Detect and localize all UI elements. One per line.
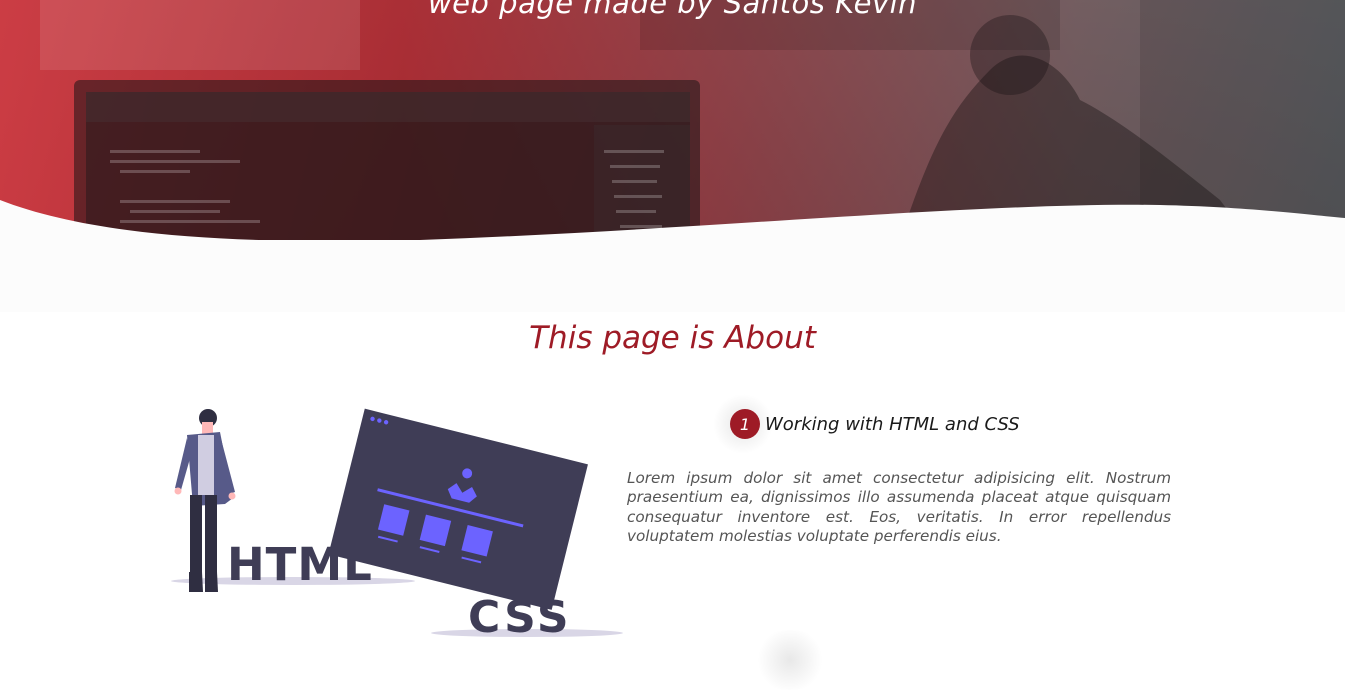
feature-heading: 1 Working with HTML and CSS — [708, 394, 1020, 454]
about-title: This page is About — [529, 320, 816, 356]
feature-description: Lorem ipsum dolor sit amet consectetur a… — [627, 469, 1171, 545]
feature-number-badge: 1 — [730, 409, 760, 439]
hero-section: web page made by Santos Kevin — [0, 0, 1345, 312]
hero-subtitle: web page made by Santos Kevin — [427, 0, 918, 20]
next-badge-glow — [750, 630, 830, 690]
hero-wave-divider — [0, 200, 1345, 312]
feature-title: Working with HTML and CSS — [765, 413, 1020, 435]
html-css-illustration: HTML CSS — [171, 408, 623, 643]
